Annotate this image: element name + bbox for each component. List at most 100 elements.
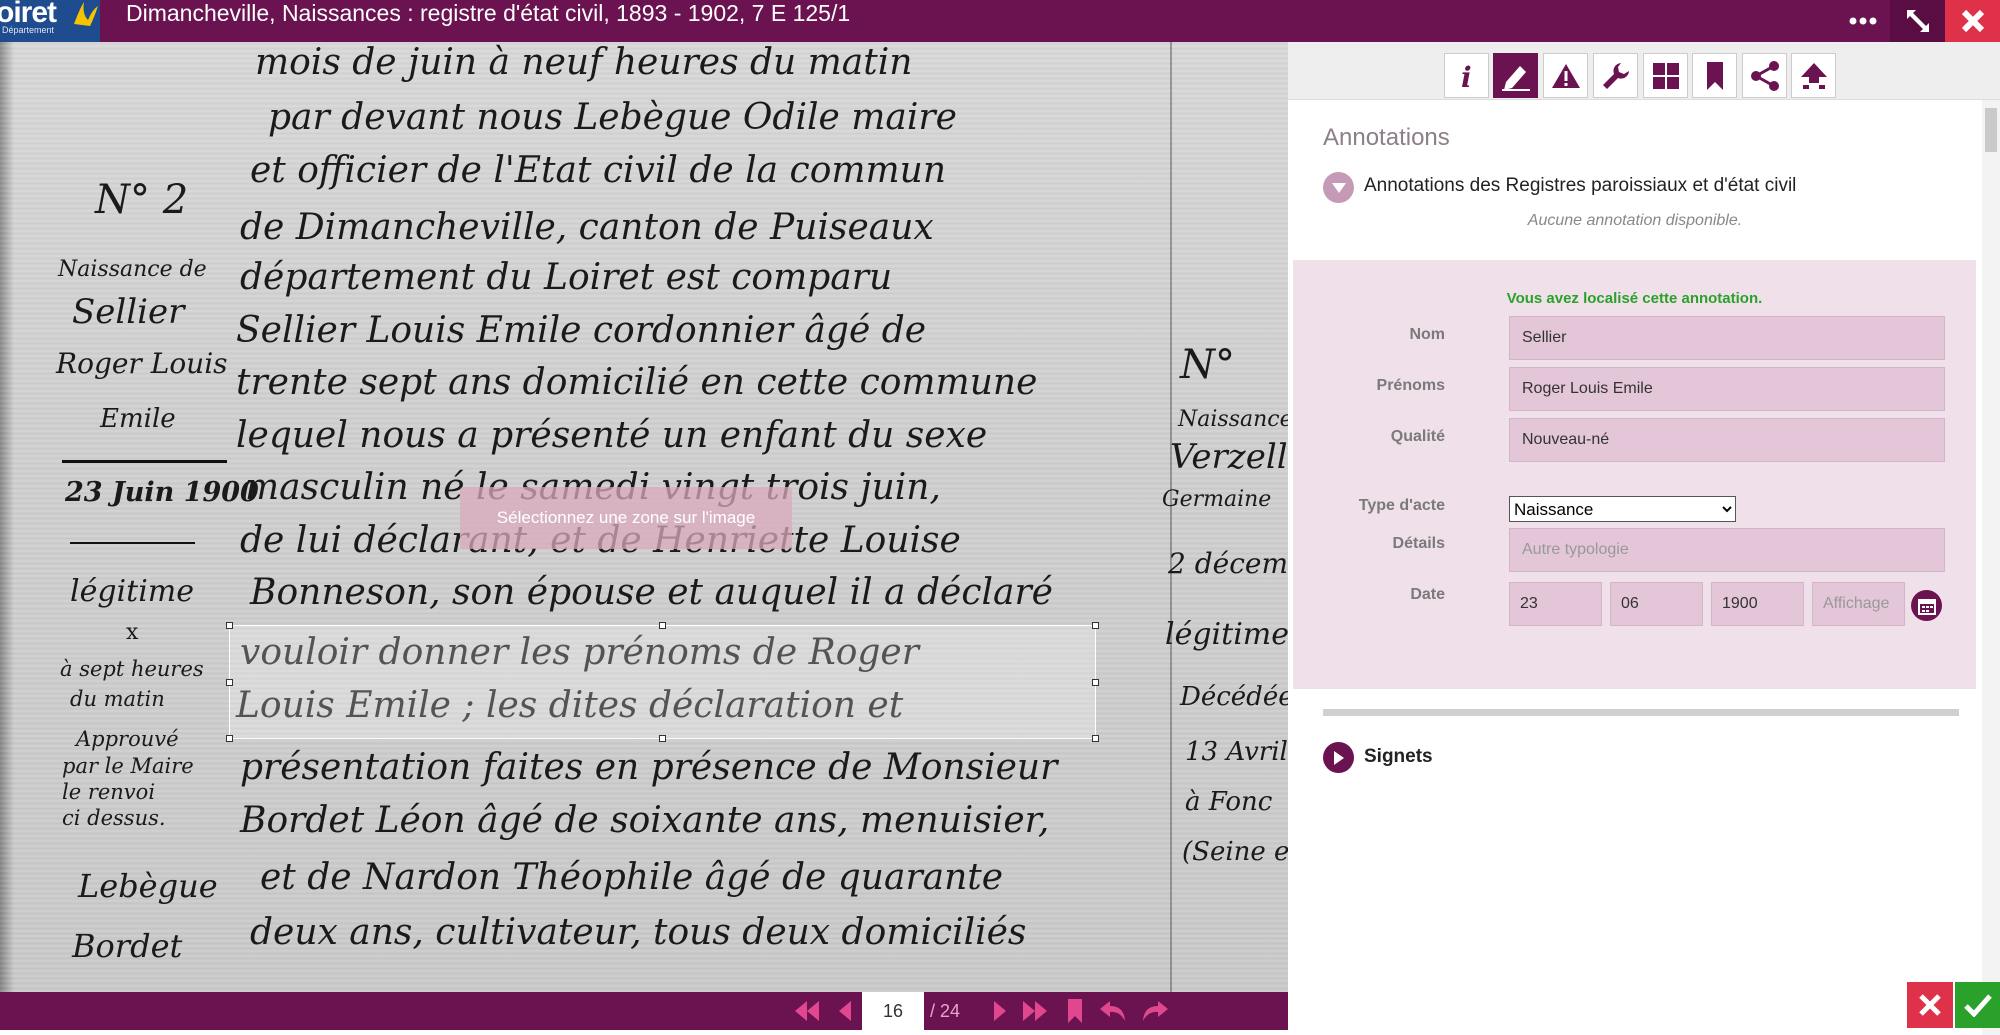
margin-line: légitime	[1165, 617, 1288, 652]
prenoms-field[interactable]: Roger Louis Emile	[1509, 367, 1945, 411]
last-page-icon	[1023, 1001, 1047, 1021]
type-acte-select[interactable]: Naissance	[1509, 496, 1736, 522]
resize-handle-bottom-left[interactable]	[226, 735, 233, 742]
qualite-label: Qualité	[1390, 428, 1445, 445]
script-line: de Dimancheville, canton de Puiseaux	[240, 207, 934, 248]
date-month-field[interactable]: 06	[1610, 582, 1703, 626]
ink-rule	[62, 460, 227, 463]
page-total: / 24	[930, 1001, 961, 1021]
resize-handle-top[interactable]	[659, 622, 666, 629]
script-line: Bordet Léon âgé de soixante ans, menuisi…	[240, 800, 1050, 841]
bookmark-tool-button[interactable]	[1692, 53, 1737, 98]
annotations-section-title[interactable]: Annotations des Registres paroissiaux et…	[1364, 175, 1796, 197]
margin-line: Sellier	[72, 292, 185, 332]
document-title: Dimancheville, Naissances : registre d'é…	[126, 0, 851, 26]
script-line: lequel nous a présenté un enfant du sexe	[236, 415, 988, 456]
annotation-panel: i Annotations Annotations des Registres …	[1288, 42, 2000, 1035]
margin-line: à Fonc	[1185, 787, 1273, 817]
nom-field[interactable]: Sellier	[1509, 316, 1945, 360]
resize-handle-top-left[interactable]	[226, 622, 233, 629]
redo-button[interactable]	[1138, 996, 1172, 1026]
grid-icon	[1652, 62, 1679, 89]
logo-sun-icon	[74, 2, 98, 26]
warning-tool-button[interactable]	[1543, 53, 1588, 98]
margin-line: N°	[1180, 342, 1235, 388]
calendar-button[interactable]	[1911, 590, 1942, 621]
resize-handle-left[interactable]	[226, 679, 233, 686]
close-viewer-button[interactable]	[1945, 0, 2000, 42]
margin-line: Approuvé	[76, 727, 179, 751]
warning-icon	[1551, 63, 1580, 88]
margin-line: à sept heures	[60, 657, 204, 681]
date-display-field[interactable]: Affichage	[1812, 582, 1905, 626]
annotate-tool-button[interactable]	[1493, 53, 1538, 98]
next-page-icon	[994, 1001, 1006, 1021]
close-icon	[1919, 994, 1941, 1016]
script-line: trente sept ans domicilié en cette commu…	[236, 362, 1038, 403]
date-day-field[interactable]: 23	[1509, 582, 1602, 626]
script-line: deux ans, cultivateur, tous deux domicil…	[250, 912, 1027, 953]
panel-scrollbar[interactable]	[1982, 100, 2000, 1035]
details-field[interactable]: Autre typologie	[1509, 528, 1945, 572]
ink-rule	[70, 542, 195, 544]
more-dots-icon	[1849, 17, 1876, 25]
bookmark-icon	[1706, 61, 1723, 90]
details-label: Détails	[1392, 535, 1445, 552]
tools-button[interactable]	[1593, 53, 1638, 98]
margin-line: N° 2	[95, 177, 189, 223]
loiret-logo: oiret Département	[0, 0, 100, 42]
date-year-field[interactable]: 1900	[1711, 582, 1804, 626]
top-bar: oiret Département Dimancheville, Naissan…	[0, 0, 2000, 42]
fullscreen-button[interactable]	[1890, 0, 1945, 42]
margin-line: légitime	[70, 574, 194, 609]
margin-line: par le Maire	[62, 754, 194, 778]
script-line: et officier de l'Etat civil de la commun	[250, 150, 947, 191]
grid-view-button[interactable]	[1643, 53, 1688, 98]
info-tool-button[interactable]: i	[1444, 53, 1489, 98]
tree-icon	[1800, 62, 1827, 89]
chevron-right-icon	[1333, 750, 1344, 765]
share-icon	[1750, 60, 1779, 91]
tree-tool-button[interactable]	[1791, 53, 1836, 98]
first-page-icon	[795, 1001, 819, 1021]
resize-handle-bottom[interactable]	[659, 735, 666, 742]
logo-subtitle: Département	[2, 25, 55, 35]
margin-line: Germaine	[1162, 487, 1272, 512]
empty-annotations-message: Aucune annotation disponible.	[1527, 212, 1743, 229]
panel-scrollbar-thumb[interactable]	[1985, 108, 1997, 152]
margin-line: 23 Juin 1900	[65, 477, 259, 508]
qualite-field[interactable]: Nouveau-né	[1509, 418, 1945, 462]
next-page-button[interactable]	[983, 996, 1017, 1026]
page-number-input[interactable]	[862, 992, 924, 1030]
undo-button[interactable]	[1096, 996, 1130, 1026]
script-line: présentation faites en présence de Monsi…	[240, 747, 1058, 788]
cancel-annotation-button[interactable]	[1907, 982, 1953, 1028]
annotate-pen-icon	[1501, 65, 1530, 91]
bookmark-page-button[interactable]	[1058, 996, 1092, 1026]
signets-section-toggle[interactable]	[1323, 742, 1354, 773]
check-icon	[1963, 994, 1992, 1017]
document-image-viewer[interactable]: mois de juin à neuf heures du matin par …	[0, 42, 1288, 992]
resize-handle-right[interactable]	[1092, 679, 1099, 686]
annotations-section-toggle[interactable]	[1323, 172, 1354, 203]
share-tool-button[interactable]	[1742, 53, 1787, 98]
redo-icon	[1143, 1001, 1168, 1021]
confirm-annotation-button[interactable]	[1955, 982, 2000, 1028]
last-page-button[interactable]	[1018, 996, 1052, 1026]
previous-page-button[interactable]	[828, 996, 862, 1026]
more-options-button[interactable]	[1835, 0, 1890, 42]
margin-line: 2 décemb	[1168, 547, 1288, 580]
bookmark-icon	[1068, 999, 1082, 1023]
script-line: mois de juin à neuf heures du matin	[255, 42, 913, 83]
signets-section-title[interactable]: Signets	[1364, 746, 1433, 768]
resize-handle-top-right[interactable]	[1092, 622, 1099, 629]
margin-line: 13 Avril	[1185, 737, 1288, 767]
resize-handle-bottom-right[interactable]	[1092, 735, 1099, 742]
script-line: et de Nardon Théophile âgé de quarante	[260, 857, 1004, 898]
calendar-icon	[1917, 598, 1936, 615]
first-page-button[interactable]	[790, 996, 824, 1026]
margin-line: Naissance	[1178, 407, 1288, 432]
selection-rectangle[interactable]	[226, 622, 1099, 742]
expand-icon	[1906, 10, 1929, 32]
margin-line: Roger Louis	[56, 347, 228, 380]
